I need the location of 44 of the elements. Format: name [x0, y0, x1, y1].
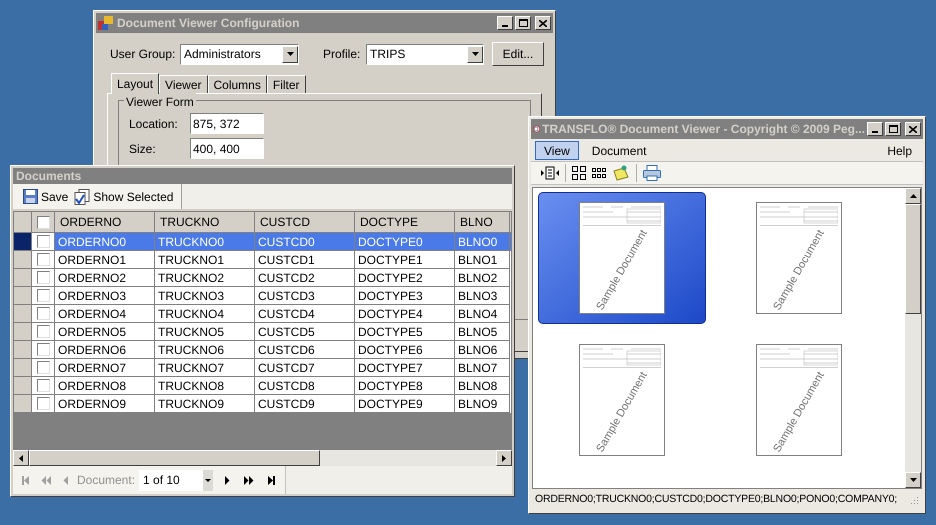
column-header[interactable]: BLNO [455, 212, 510, 232]
column-header[interactable]: TRUCKNO [155, 212, 255, 232]
table-cell: ORDERNO9 [55, 395, 155, 413]
edit-button[interactable]: Edit... [492, 42, 544, 66]
table-row[interactable]: ORDERNO7 TRUCKNO7 CUSTCD7 DOCTYPE7 BLNO7 [14, 359, 511, 377]
user-group-dropdown[interactable]: Administrators [180, 44, 299, 64]
table-cell: DOCTYPE9 [355, 395, 455, 413]
field-label: Size: [129, 140, 157, 158]
input-field[interactable]: 400, 400 [190, 138, 264, 159]
save-button[interactable]: Save [23, 188, 68, 206]
menu-item[interactable]: Help [880, 140, 919, 160]
column-header[interactable]: CUSTCD [255, 212, 355, 232]
tab[interactable]: Layout [111, 73, 160, 94]
column-header[interactable]: DOCTYPE [355, 212, 455, 232]
table-row[interactable]: ORDERNO1 TRUCKNO1 CUSTCD1 DOCTYPE1 BLNO1 [14, 251, 511, 269]
menu-item[interactable]: View [535, 140, 579, 160]
profile-dropdown[interactable]: TRIPS [366, 44, 484, 64]
table-row[interactable]: ORDERNO3 TRUCKNO3 CUSTCD3 DOCTYPE3 BLNO3 [14, 287, 511, 305]
table-row[interactable]: ORDERNO4 TRUCKNO4 CUSTCD4 DOCTYPE4 BLNO4 [14, 305, 511, 323]
input-field[interactable]: 875, 372 [190, 113, 264, 134]
tab[interactable]: Columns [208, 75, 267, 93]
menu-item[interactable]: Document [582, 140, 656, 160]
table-cell: BLNO9 [455, 395, 510, 413]
window-title: TRANSFLO® Document Viewer - Copyright © 2009 Peg... [542, 121, 865, 138]
table-row[interactable]: ORDERNO0 TRUCKNO0 CUSTCD0 DOCTYPE0 BLNO0 [14, 233, 511, 251]
tab[interactable]: Filter [266, 75, 306, 93]
table-cell: TRUCKNO9 [155, 395, 255, 413]
window-title: Document Viewer Configuration [117, 15, 300, 32]
tab[interactable]: Viewer [159, 75, 208, 93]
table-cell: CUSTCD9 [255, 395, 355, 413]
show-selected-button[interactable]: Show Selected [74, 188, 174, 206]
status-bar-text: ORDERNO0;TRUCKNO0;CUSTCD0;DOCTYPE0;BLNO0;PONO0;COMPANY0; [535, 492, 898, 508]
table-row[interactable]: ORDERNO5 TRUCKNO5 CUSTCD5 DOCTYPE5 BLNO5 [14, 323, 511, 341]
table-row[interactable]: ORDERNO6 TRUCKNO6 CUSTCD6 DOCTYPE6 BLNO6 [14, 341, 511, 359]
table-row[interactable]: ORDERNO9 TRUCKNO9 CUSTCD9 DOCTYPE9 BLNO9 [14, 395, 511, 413]
table-row[interactable]: ORDERNO2 TRUCKNO2 CUSTCD2 DOCTYPE2 BLNO2 [14, 269, 511, 287]
field-label: Location: [129, 116, 179, 132]
column-header[interactable]: ORDERNO [55, 212, 155, 232]
window-title: Documents [16, 168, 82, 185]
document-dropdown[interactable]: 1 of 10 [139, 470, 214, 490]
profile-label: Profile: [323, 46, 362, 63]
pager-label: Document: [77, 472, 136, 489]
table-row[interactable]: ORDERNO8 TRUCKNO8 CUSTCD8 DOCTYPE8 BLNO8 [14, 377, 511, 395]
user-group-label: User Group: [110, 46, 176, 63]
